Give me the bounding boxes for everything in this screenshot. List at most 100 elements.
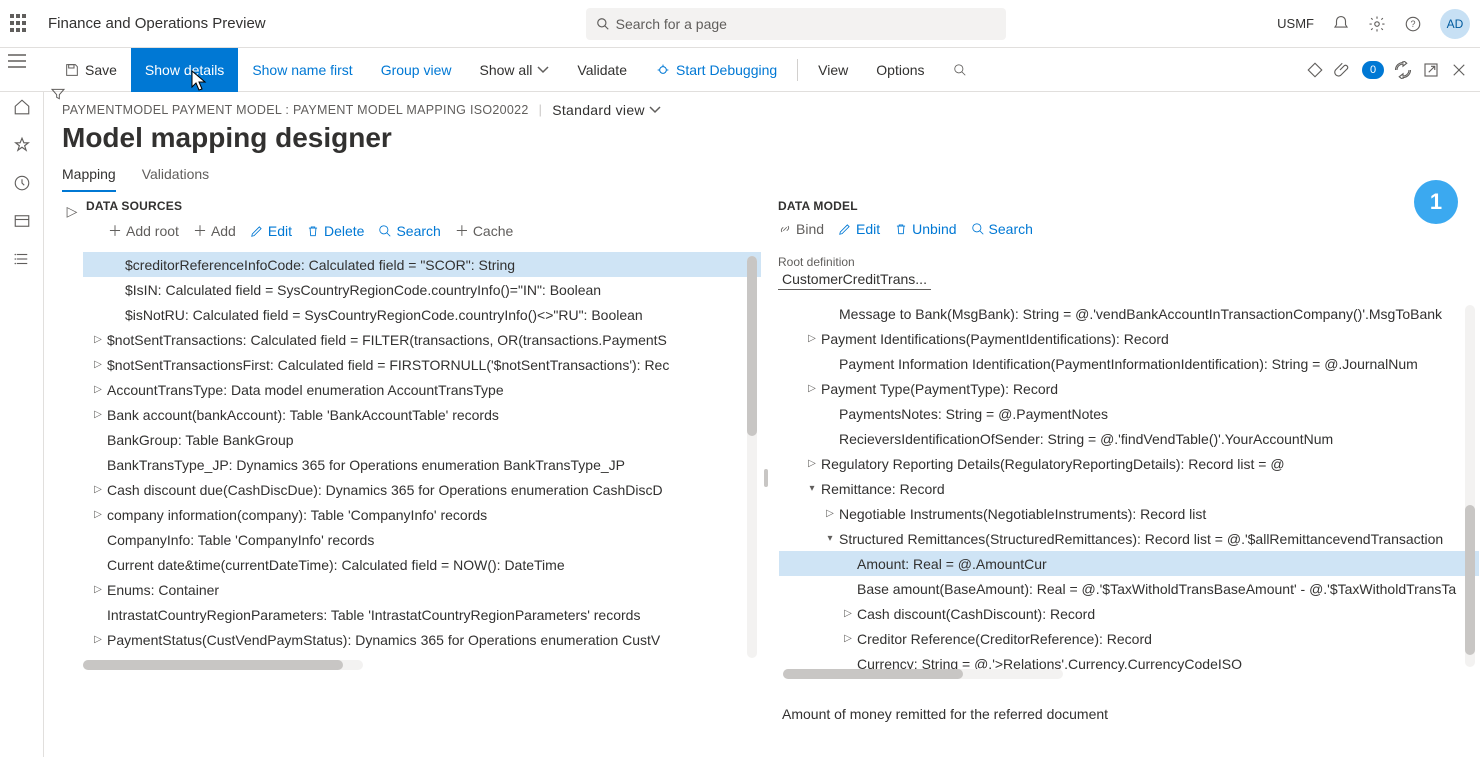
data-model-tree[interactable]: Message to Bank(MsgBank): String = @.'ve… bbox=[779, 301, 1479, 679]
workspace-icon[interactable] bbox=[13, 212, 31, 230]
tree-row[interactable]: CompanyInfo: Table 'CompanyInfo' records bbox=[83, 527, 761, 552]
view-selector[interactable]: Standard view bbox=[552, 102, 661, 118]
tree-row[interactable]: ▷Cash discount(CashDiscount): Record bbox=[779, 601, 1479, 626]
twisty-icon[interactable]: ▷ bbox=[91, 584, 105, 595]
tree-row[interactable]: ▷$notSentTransactionsFirst: Calculated f… bbox=[83, 352, 761, 377]
list-icon[interactable] bbox=[13, 250, 31, 268]
twisty-icon[interactable]: ▷ bbox=[91, 509, 105, 520]
tab-mapping[interactable]: Mapping bbox=[62, 166, 116, 192]
bell-icon[interactable] bbox=[1332, 15, 1350, 33]
popout-icon[interactable] bbox=[1422, 61, 1440, 79]
tree-row[interactable]: PaymentsNotes: String = @.PaymentNotes bbox=[779, 401, 1479, 426]
tree-row[interactable]: ▷Enums: Container bbox=[83, 577, 761, 602]
twisty-icon[interactable]: ▷ bbox=[841, 633, 855, 644]
tree-row[interactable]: ▾Structured Remittances(StructuredRemitt… bbox=[779, 526, 1479, 551]
show-name-first-button[interactable]: Show name first bbox=[238, 48, 366, 92]
help-icon[interactable]: ? bbox=[1404, 15, 1422, 33]
clock-icon[interactable] bbox=[13, 174, 31, 192]
tree-row[interactable]: Current date&time(currentDateTime): Calc… bbox=[83, 552, 761, 577]
twisty-icon[interactable]: ▷ bbox=[805, 383, 819, 394]
add-button[interactable]: ＋Add bbox=[193, 221, 236, 241]
group-view-button[interactable]: Group view bbox=[367, 48, 466, 92]
hamburger-icon[interactable] bbox=[8, 54, 26, 68]
save-button[interactable]: Save bbox=[50, 48, 131, 92]
refresh-icon[interactable] bbox=[1394, 61, 1412, 79]
tree-row[interactable]: $isNotRU: Calculated field = SysCountryR… bbox=[83, 302, 761, 327]
gear-icon[interactable] bbox=[1368, 15, 1386, 33]
data-sources-tree[interactable]: $creditorReferenceInfoCode: Calculated f… bbox=[63, 252, 761, 670]
unbind-button[interactable]: Unbind bbox=[894, 221, 956, 237]
horizontal-scrollbar[interactable] bbox=[783, 669, 1063, 679]
notification-count-badge[interactable]: 0 bbox=[1362, 61, 1384, 79]
attach-icon[interactable] bbox=[1334, 61, 1352, 79]
app-launcher-icon[interactable] bbox=[10, 14, 30, 34]
tree-row-text: Cash discount(CashDiscount): Record bbox=[857, 606, 1095, 622]
tab-validations[interactable]: Validations bbox=[142, 166, 209, 192]
vertical-scrollbar[interactable] bbox=[1465, 305, 1475, 667]
tree-row[interactable]: ▷AccountTransType: Data model enumeratio… bbox=[83, 377, 761, 402]
tree-row[interactable]: ▾Remittance: Record bbox=[779, 476, 1479, 501]
twisty-icon[interactable]: ▷ bbox=[91, 359, 105, 370]
tree-row[interactable]: ▷Payment Identifications(PaymentIdentifi… bbox=[779, 326, 1479, 351]
validate-button[interactable]: Validate bbox=[563, 48, 641, 92]
horizontal-scrollbar[interactable] bbox=[83, 660, 363, 670]
tree-row[interactable]: IntrastatCountryRegionParameters: Table … bbox=[83, 602, 761, 627]
search-button[interactable]: Search bbox=[378, 221, 440, 241]
search-button-dm[interactable]: Search bbox=[971, 221, 1033, 237]
cache-button[interactable]: ＋Cache bbox=[455, 221, 513, 241]
search-action-button[interactable] bbox=[939, 48, 981, 92]
edit-button[interactable]: Edit bbox=[250, 221, 292, 241]
tree-row[interactable]: Message to Bank(MsgBank): String = @.'ve… bbox=[779, 301, 1479, 326]
tree-row[interactable]: $creditorReferenceInfoCode: Calculated f… bbox=[83, 252, 761, 277]
tree-row[interactable]: ▷Regulatory Reporting Details(Regulatory… bbox=[779, 451, 1479, 476]
tree-row[interactable]: BankTransType_JP: Dynamics 365 for Opera… bbox=[83, 452, 761, 477]
tree-row[interactable]: ▷Cash discount due(CashDiscDue): Dynamic… bbox=[83, 477, 761, 502]
tree-row[interactable]: $IsIN: Calculated field = SysCountryRegi… bbox=[83, 277, 761, 302]
tree-row[interactable]: BankGroup: Table BankGroup bbox=[83, 427, 761, 452]
show-all-button[interactable]: Show all bbox=[466, 48, 564, 92]
tree-row[interactable]: Amount: Real = @.AmountCur bbox=[779, 551, 1479, 576]
view-menu[interactable]: View bbox=[804, 48, 862, 92]
twisty-icon[interactable]: ▷ bbox=[841, 608, 855, 619]
twisty-icon[interactable]: ▷ bbox=[91, 409, 105, 420]
twisty-icon[interactable]: ▷ bbox=[823, 508, 837, 519]
star-icon[interactable] bbox=[13, 136, 31, 154]
twisty-icon[interactable]: ▷ bbox=[91, 484, 105, 495]
tree-row[interactable]: ▷Bank account(bankAccount): Table 'BankA… bbox=[83, 402, 761, 427]
options-menu[interactable]: Options bbox=[862, 48, 938, 92]
tree-row[interactable]: ▷Creditor Reference(CreditorReference): … bbox=[779, 626, 1479, 651]
delete-button[interactable]: Delete bbox=[306, 221, 364, 241]
vertical-scrollbar[interactable] bbox=[747, 256, 757, 658]
tree-row[interactable]: ▷company information(company): Table 'Co… bbox=[83, 502, 761, 527]
add-root-button[interactable]: ＋Add root bbox=[108, 221, 179, 241]
tree-row-text: IntrastatCountryRegionParameters: Table … bbox=[107, 607, 640, 623]
root-definition-value[interactable]: CustomerCreditTrans... bbox=[778, 269, 931, 290]
tree-row[interactable]: Base amount(BaseAmount): Real = @.'$TaxW… bbox=[779, 576, 1479, 601]
twisty-icon[interactable]: ▾ bbox=[823, 533, 837, 544]
close-icon[interactable] bbox=[1450, 61, 1468, 79]
search-input[interactable]: Search for a page bbox=[586, 8, 1006, 40]
twisty-icon[interactable]: ▷ bbox=[91, 634, 105, 645]
start-debugging-button[interactable]: Start Debugging bbox=[641, 48, 791, 92]
user-avatar[interactable]: AD bbox=[1440, 9, 1470, 39]
home-icon[interactable] bbox=[13, 98, 31, 116]
tree-row[interactable]: ▷$notSentTransactions: Calculated field … bbox=[83, 327, 761, 352]
twisty-icon[interactable]: ▷ bbox=[805, 333, 819, 344]
expand-icon[interactable]: ▷ bbox=[64, 203, 80, 220]
company-code[interactable]: USMF bbox=[1277, 16, 1314, 31]
tree-row[interactable]: RecieversIdentificationOfSender: String … bbox=[779, 426, 1479, 451]
bind-button[interactable]: Bind bbox=[778, 221, 824, 237]
pane-resize-handle[interactable] bbox=[762, 199, 770, 757]
twisty-icon[interactable]: ▷ bbox=[805, 458, 819, 469]
tree-row[interactable]: Payment Information Identification(Payme… bbox=[779, 351, 1479, 376]
twisty-icon[interactable]: ▷ bbox=[91, 334, 105, 345]
edit-button-dm[interactable]: Edit bbox=[838, 221, 880, 237]
twisty-icon[interactable]: ▷ bbox=[91, 384, 105, 395]
data-model-pane: DATA MODEL Bind Edit Unbind bbox=[770, 199, 1480, 757]
diamond-icon[interactable] bbox=[1306, 61, 1324, 79]
tree-row[interactable]: ▷Payment Type(PaymentType): Record bbox=[779, 376, 1479, 401]
twisty-icon[interactable]: ▾ bbox=[805, 483, 819, 494]
tree-row[interactable]: ▷PaymentStatus(CustVendPaymStatus): Dyna… bbox=[83, 627, 761, 652]
tree-row[interactable]: ▷Negotiable Instruments(NegotiableInstru… bbox=[779, 501, 1479, 526]
show-details-button[interactable]: Show details bbox=[131, 48, 238, 92]
